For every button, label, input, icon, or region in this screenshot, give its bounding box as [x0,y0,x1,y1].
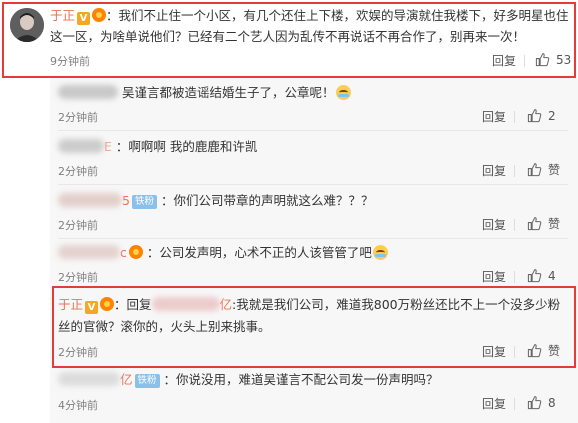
reply-time: 2分钟前 [58,346,98,359]
main-comment-time: 9分钟前 [50,55,90,68]
fan-badge-icon [100,297,115,311]
reply-button[interactable]: 回复 [482,216,506,233]
divider [514,111,515,123]
divider [514,398,515,410]
reply-button[interactable]: 回复 [482,108,506,125]
like-count: 赞 [548,344,561,358]
fan-badge-icon [92,8,107,22]
like-button[interactable]: 赞 [527,216,560,232]
crying-laughing-emoji [372,245,388,260]
main-comment-like-button[interactable]: 53 [535,52,571,68]
main-comment: 于正 V ：我们不止住一个小区，有几个还住上下楼，欢娱的导演就住我楼下，好多明星也住… [0,0,578,74]
thumbs-up-icon [527,109,542,123]
blurred-username [58,85,118,99]
reply-time: 2分钟前 [58,271,98,284]
divider [58,184,568,185]
avatar-image [10,8,44,42]
thumbs-up-icon [527,269,542,283]
main-comment-username[interactable]: 于正 [50,8,75,23]
reply-button[interactable]: 回复 [482,343,506,360]
reply-time: 4分钟前 [58,399,98,412]
divider [514,165,515,177]
like-count: 8 [548,396,556,410]
reply-username[interactable]: 亿 [120,372,133,387]
reply-prefix: ：回复 [114,297,152,312]
reply-time: 2分钟前 [58,111,98,124]
divider [514,271,515,283]
reply-body: ：你们公司带章的声明就这么难？？？ [160,193,374,208]
main-comment-reply-button[interactable]: 回复 [492,52,516,69]
iron-fan-badge: 铁粉 [131,195,157,209]
reply-username[interactable]: 于正 [58,297,83,312]
reply-username[interactable]: c [120,245,127,260]
blurred-username [151,297,220,311]
thumbs-up-icon [527,217,542,231]
divider [514,219,515,231]
reply-body: 吴谨言都被造谣结婚生子了，公章呢！ [121,85,335,100]
like-count: 4 [548,269,556,283]
reply-body-line2: 丝的官微？滚你的，火头上别来挑事。 [58,319,271,334]
thumbs-up-icon [527,396,542,410]
avatar[interactable] [10,8,44,42]
reply-button[interactable]: 回复 [482,162,506,179]
blurred-username [58,193,122,207]
iron-fan-badge: 铁粉 [134,374,160,388]
thumbs-up-icon [527,163,542,177]
reply-username[interactable]: E [104,139,112,154]
main-comment-body: ：我们不止住一个小区，有几个还住上下楼，欢娱的导演就住我楼下，好多明星也住这一区… [50,8,569,44]
reply-target-username[interactable]: 亿 [220,297,233,312]
blurred-username [58,139,104,153]
like-button[interactable]: 8 [527,395,556,411]
like-button[interactable]: 赞 [527,162,560,178]
reply-button[interactable]: 回复 [482,395,506,412]
like-count: 2 [548,109,556,123]
like-button[interactable]: 赞 [527,343,560,359]
thumbs-up-icon [535,53,550,67]
divider [524,55,525,67]
fan-badge-icon [128,245,143,259]
like-count: 赞 [548,163,561,177]
reply-body: ：公司发声明，心术不正的人该管管了吧 [146,245,372,260]
main-comment-like-count: 53 [556,53,572,67]
reply-list: 吴谨言都被造谣结婚生子了，公章呢！ 2分钟前 回复 2 E ：啊啊啊 我的鹿鹿和… [50,78,578,423]
reply-time: 2分钟前 [58,219,98,232]
crying-laughing-emoji [335,85,351,100]
divider [514,346,515,358]
blurred-username [58,245,120,259]
like-count: 赞 [548,217,561,231]
divider [58,238,568,239]
like-button[interactable]: 2 [527,108,556,124]
verified-v-icon: V [85,301,99,314]
reply-button[interactable]: 回复 [482,268,506,285]
like-button[interactable]: 4 [527,268,556,284]
reply-body-line1: :我就是我们公司，难道我800万粉丝还比不上一个没多少粉 [232,297,561,312]
reply-time: 2分钟前 [58,165,98,178]
reply-username[interactable]: 5 [122,193,130,208]
reply-body: ：啊啊啊 我的鹿鹿和许凯 [115,139,258,154]
main-comment-text: 于正 V ：我们不止住一个小区，有几个还住上下楼，欢娱的导演就住我楼下，好多明星也住… [50,5,570,47]
divider [58,130,568,131]
blurred-username [58,372,120,386]
verified-v-icon: V [77,12,91,25]
thumbs-up-icon [527,344,542,358]
reply-body: ：你说没用，难道吴谨言不配公司发一份声明吗？ [163,372,439,387]
